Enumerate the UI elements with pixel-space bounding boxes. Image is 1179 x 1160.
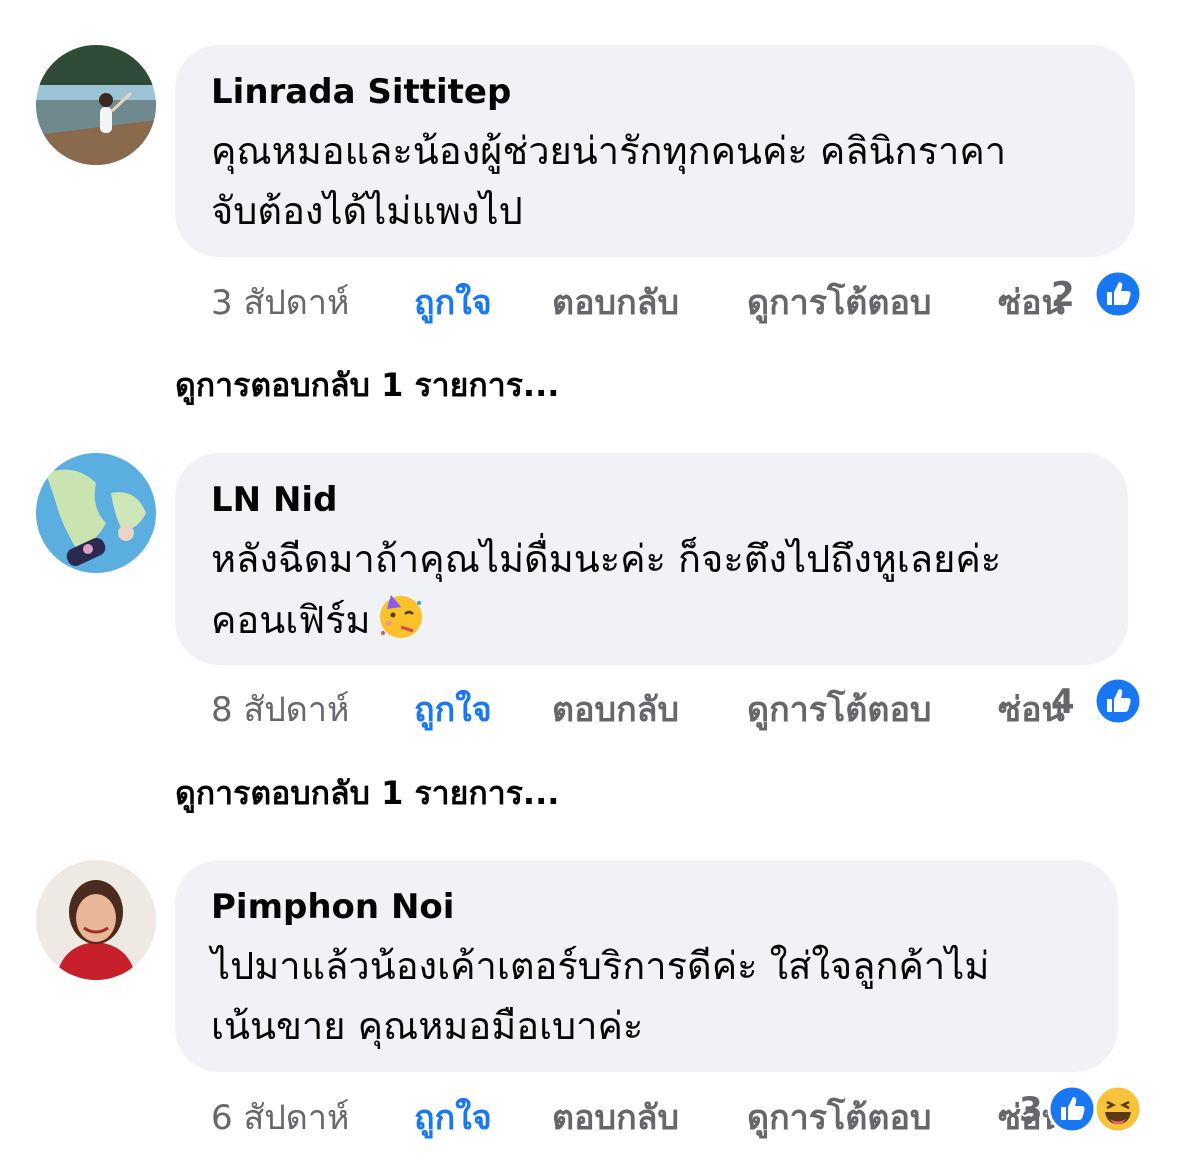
like-icon[interactable] (1093, 676, 1143, 726)
comment-timestamp[interactable]: 6 สัปดาห์ (211, 1090, 349, 1144)
comment-text-line: เน้นขาย คุณหมอมือเบาค่ะ (211, 1004, 644, 1048)
comment-actions: 6 สัปดาห์ ถูกใจ ตอบกลับ ดูการโต้ตอบ ซ่อน… (211, 1084, 1161, 1140)
comment-text-line: คุณหมอและน้องผู้ช่วยน่ารักทุกคนค่ะ คลินิ… (211, 129, 1007, 173)
comment-author[interactable]: Linrada Sittitep (211, 71, 1099, 113)
comment-bubble: LN Nid หลังฉีดมาถ้าคุณไม่ดื่มนะค่ะ ก็จะต… (175, 453, 1128, 665)
like-button[interactable]: ถูกใจ (414, 682, 492, 736)
like-button[interactable]: ถูกใจ (414, 1090, 492, 1144)
comment-author[interactable]: LN Nid (211, 479, 1092, 521)
comment-bubble: Pimphon Noi ไปมาแล้วน้องเค้าเตอร์บริการด… (175, 860, 1118, 1072)
like-icon[interactable] (1047, 1084, 1097, 1134)
comment-text-fragment: คอนเฟิร์ม (211, 598, 371, 642)
comment-actions: 8 สัปดาห์ ถูกใจ ตอบกลับ ดูการโต้ตอบ ซ่อน… (211, 676, 1161, 732)
view-replies-link[interactable]: ดูการตอบกลับ 1 รายการ... (175, 360, 559, 411)
haha-icon[interactable] (1093, 1084, 1143, 1134)
view-interactions-button[interactable]: ดูการโต้ตอบ (747, 1090, 931, 1144)
comment-timestamp[interactable]: 3 สัปดาห์ (211, 275, 349, 329)
view-interactions-button[interactable]: ดูการโต้ตอบ (747, 682, 931, 736)
reply-button[interactable]: ตอบกลับ (552, 1090, 679, 1144)
comment-text: หลังฉีดมาถ้าคุณไม่ดื่มนะค่ะ ก็จะตึงไปถึง… (211, 529, 1092, 650)
reply-button[interactable]: ตอบกลับ (552, 682, 679, 736)
avatar[interactable] (36, 45, 156, 165)
comment-bubble: Linrada Sittitep คุณหมอและน้องผู้ช่วยน่า… (175, 45, 1135, 257)
reaction-count[interactable]: 2 (1051, 275, 1075, 315)
comment-author[interactable]: Pimphon Noi (211, 886, 1082, 928)
view-interactions-button[interactable]: ดูการโต้ตอบ (747, 275, 931, 329)
comment-text-line: จับต้องได้ไม่แพงไป (211, 189, 523, 233)
comment-text-line: คอนเฟิร์ม (211, 589, 1092, 650)
comment-actions: 3 สัปดาห์ ถูกใจ ตอบกลับ ดูการโต้ตอบ ซ่อน… (211, 269, 1161, 325)
comment-text: คุณหมอและน้องผู้ช่วยน่ารักทุกคนค่ะ คลินิ… (211, 121, 1099, 241)
reply-button[interactable]: ตอบกลับ (552, 275, 679, 329)
reaction-count[interactable]: 4 (1051, 682, 1075, 722)
avatar[interactable] (36, 860, 156, 980)
view-replies-link[interactable]: ดูการตอบกลับ 1 รายการ... (175, 768, 559, 819)
comment-timestamp[interactable]: 8 สัปดาห์ (211, 682, 349, 736)
comment-text: ไปมาแล้วน้องเค้าเตอร์บริการดีค่ะ ใส่ใจลู… (211, 936, 1082, 1056)
reaction-count[interactable]: 3 (1019, 1090, 1043, 1130)
partying-face-emoji-icon (379, 595, 422, 638)
avatar[interactable] (36, 453, 156, 573)
like-button[interactable]: ถูกใจ (414, 275, 492, 329)
comment-text-line: หลังฉีดมาถ้าคุณไม่ดื่มนะค่ะ ก็จะตึงไปถึง… (211, 537, 1002, 581)
comment-text-line: ไปมาแล้วน้องเค้าเตอร์บริการดีค่ะ ใส่ใจลู… (211, 944, 990, 988)
like-icon[interactable] (1093, 269, 1143, 319)
